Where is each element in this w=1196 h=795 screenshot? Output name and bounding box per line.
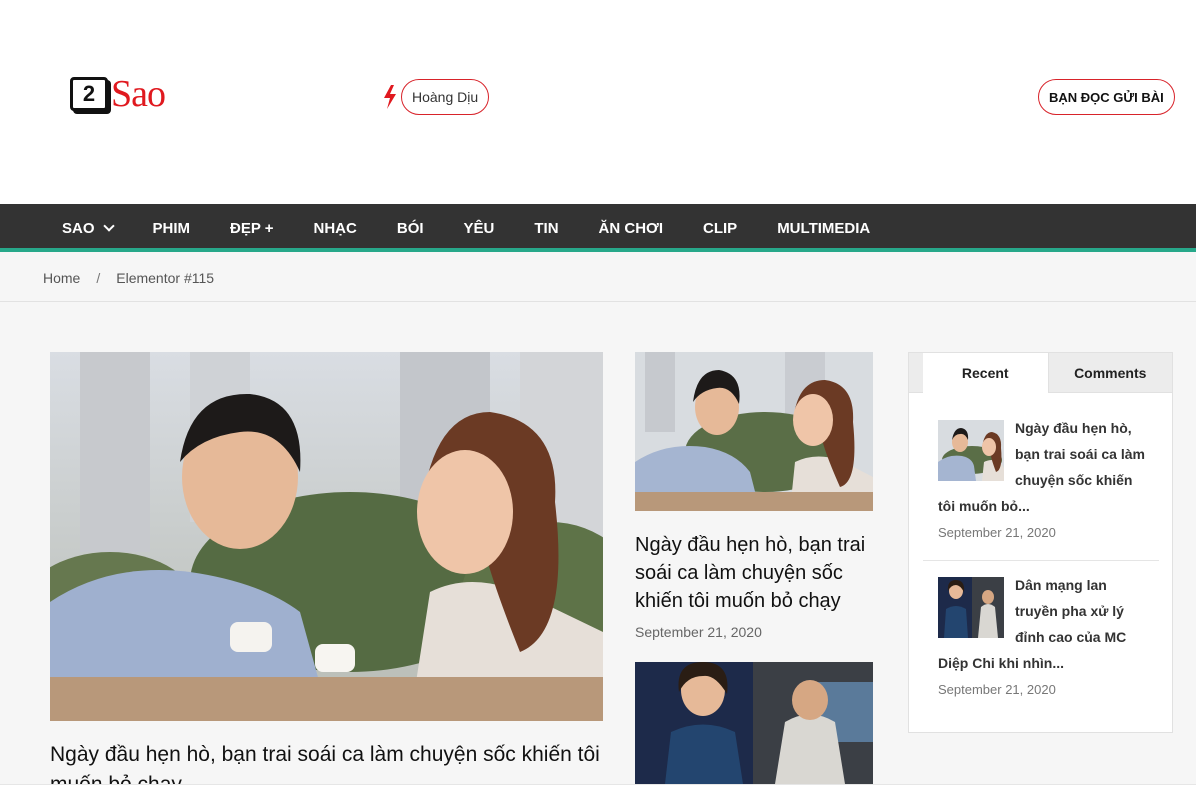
title-line: Dân mạng lan xyxy=(1015,577,1107,593)
breadcrumb: Home / Elementor #115 xyxy=(43,270,214,286)
nav-item-yeu[interactable]: YÊU xyxy=(464,220,495,237)
sidebar-post-title-continued[interactable]: Diệp Chi khi nhìn... xyxy=(938,650,1064,676)
secondary-article-image[interactable] xyxy=(635,352,873,511)
nav-item-label: SAO xyxy=(62,219,95,237)
title-line: đỉnh cao của MC xyxy=(1015,629,1127,645)
sidebar-post-title[interactable]: Dân mạng lan truyền pha xử lý đỉnh cao c… xyxy=(1015,572,1126,650)
featured-article-image[interactable] xyxy=(50,352,603,721)
title-line: truyền pha xử lý xyxy=(1015,603,1124,619)
tab-spacer xyxy=(909,353,923,393)
sidebar-post-date: September 21, 2020 xyxy=(938,525,1056,540)
nav-item-phim[interactable]: PHIM xyxy=(153,220,191,237)
tab-recent[interactable]: Recent xyxy=(923,353,1048,393)
main-navigation: SAO PHIM ĐẸP + NHẠC BÓI YÊU TIN ĂN CHƠI … xyxy=(0,204,1196,252)
title-line: chuyện sốc khiến xyxy=(1015,472,1133,488)
logo-text: Sao xyxy=(111,73,166,115)
nav-item-multimedia[interactable]: MULTIMEDIA xyxy=(777,220,870,237)
nav-item-tin[interactable]: TIN xyxy=(534,220,558,237)
chevron-down-icon xyxy=(102,219,115,232)
lightning-icon xyxy=(384,85,396,109)
nav-item-sao[interactable]: SAO xyxy=(62,219,115,237)
sidebar-post-thumbnail[interactable] xyxy=(938,420,1004,481)
nav-item-clip[interactable]: CLIP xyxy=(703,220,737,237)
nav-item-dep[interactable]: ĐẸP + xyxy=(230,220,274,237)
sidebar-post-title-continued[interactable]: tôi muốn bỏ... xyxy=(938,493,1030,519)
sidebar-post-thumbnail[interactable] xyxy=(938,577,1004,638)
widget-tabs: Recent Comments xyxy=(923,353,1172,393)
secondary-article-title[interactable]: Ngày đầu hẹn hò, bạn trai soái ca làm ch… xyxy=(635,531,873,615)
logo-number: 2 xyxy=(82,81,96,106)
site-logo[interactable]: 2 Sao xyxy=(70,68,186,120)
sidebar-post-date: September 21, 2020 xyxy=(938,682,1056,697)
trending-tag-hoang-diu[interactable]: Hoàng Dịu xyxy=(401,79,490,115)
sidebar-post-title[interactable]: Ngày đầu hẹn hò, bạn trai soái ca làm ch… xyxy=(1015,415,1145,493)
site-header: 2 Sao Hoàng Dịu BẠN ĐỌC GỬI BÀI xyxy=(0,0,1196,204)
tab-comments[interactable]: Comments xyxy=(1047,353,1172,393)
title-line: bạn trai soái ca làm xyxy=(1015,446,1145,462)
nav-item-nhac[interactable]: NHẠC xyxy=(314,220,357,237)
logo-number-box: 2 xyxy=(70,77,108,111)
breadcrumb-home-link[interactable]: Home xyxy=(43,270,80,286)
nav-item-boi[interactable]: BÓI xyxy=(397,220,424,237)
breadcrumb-current: Elementor #115 xyxy=(116,270,215,286)
bottom-strip xyxy=(0,784,1196,795)
third-article-image[interactable] xyxy=(635,662,873,784)
reader-submit-button[interactable]: BẠN ĐỌC GỬI BÀI xyxy=(1038,79,1175,115)
nav-item-an-choi[interactable]: ĂN CHƠI xyxy=(599,220,663,237)
trending-tags: Hoàng Dịu xyxy=(382,79,490,115)
sidebar-posts-widget: Recent Comments Ngày đầu hẹn hò, bạn tra… xyxy=(908,352,1173,733)
breadcrumb-bar: Home / Elementor #115 xyxy=(0,256,1196,302)
post-divider xyxy=(923,560,1159,561)
breadcrumb-separator: / xyxy=(96,270,101,286)
title-line: Ngày đầu hẹn hò, xyxy=(1015,420,1132,436)
secondary-article-date: September 21, 2020 xyxy=(635,624,762,640)
